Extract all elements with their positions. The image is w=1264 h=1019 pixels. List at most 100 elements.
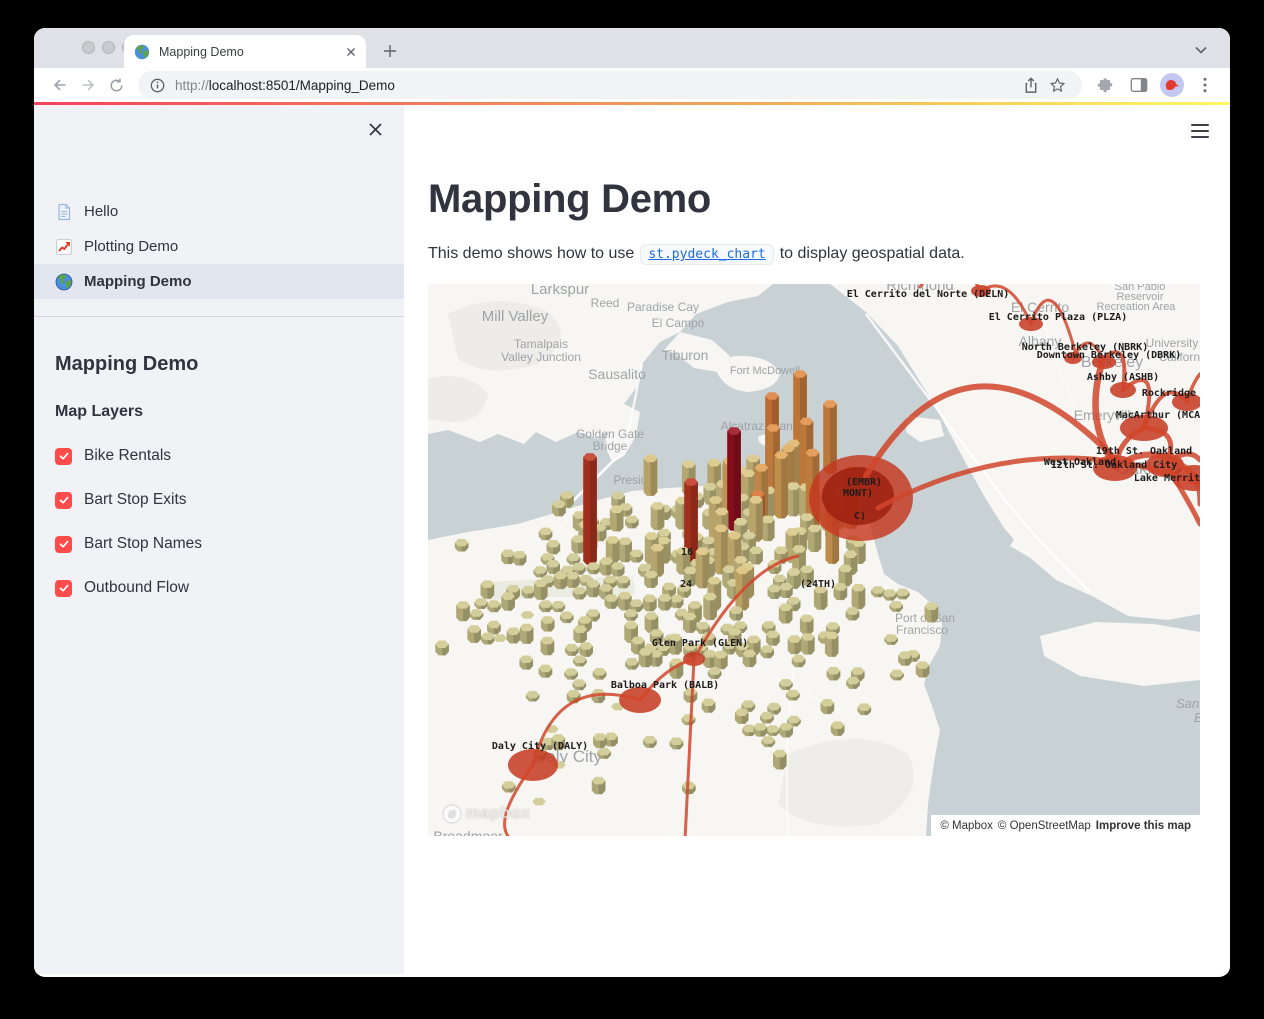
svg-text:San Francisco: San Francisco [1176,696,1200,711]
checkbox-checked-icon[interactable] [55,536,72,553]
checkbox-bike-rentals[interactable]: Bike Rentals [55,447,404,465]
site-info-icon[interactable] [150,78,165,93]
back-button[interactable] [46,71,74,99]
close-icon [368,122,383,137]
sidebar: Hello Plotting Demo Ma [34,102,404,974]
svg-text:Tamalpais: Tamalpais [514,337,568,351]
screen: { "browser": { "tab_title": "Mapping Dem… [0,0,1264,1019]
sidebar-item-mapping-demo[interactable]: Mapping Demo [34,264,404,299]
svg-text:(24TH): (24TH) [800,579,836,590]
omnibox[interactable]: http://localhost:8501/Mapping_Demo [138,71,1082,99]
forward-arrow-icon [79,76,97,94]
pydeck-chart-link[interactable]: st.pydeck_chart [640,244,773,265]
page-title: Mapping Demo [428,175,1200,223]
side-panel-button[interactable] [1126,72,1152,98]
forward-button[interactable] [74,71,102,99]
svg-text:Valley Junction: Valley Junction [501,350,581,364]
tab-search-chevron[interactable] [1194,42,1208,60]
sidebar-item-hello[interactable]: Hello [34,194,404,229]
new-tab-button[interactable] [378,39,402,63]
svg-text:Bridge: Bridge [593,439,628,453]
star-icon [1049,77,1066,94]
svg-text:Lake Merritt: Lake Merritt [1134,472,1200,484]
globe-icon [55,273,73,291]
main-content: Mapping Demo This demo shows how to uses… [404,102,1230,974]
url-host-path: localhost:8501/Mapping_Demo [209,78,395,93]
map-attribution: © Mapbox © OpenStreetMap Improve this ma… [931,815,1200,836]
svg-text:El Cerrito del Norte (DELN): El Cerrito del Norte (DELN) [847,288,1010,300]
checkbox-bart-stop-names[interactable]: Bart Stop Names [55,535,404,553]
decoration-bar [34,102,1230,105]
mapbox-logo-word: mapbox [466,805,530,823]
tab-title: Mapping Demo [159,45,346,59]
profile-avatar[interactable] [1160,73,1184,97]
svg-text:Daly City (DALY): Daly City (DALY) [492,740,588,752]
reload-button[interactable] [102,71,130,99]
app-menu-button[interactable] [1191,122,1213,140]
svg-text:19th St. Oakland: 19th St. Oakland [1096,446,1192,457]
pydeck-map[interactable]: Larkspur Mill Valley Reed Paradise Cay El Ca… [428,284,1200,836]
svg-text:Downtown Berkeley (DBRK): Downtown Berkeley (DBRK) [1037,350,1182,361]
svg-text:Larkspur: Larkspur [531,284,589,298]
svg-text:Balboa Park (BALB): Balboa Park (BALB) [611,680,719,691]
checkbox-bart-stop-exits[interactable]: Bart Stop Exits [55,491,404,509]
toolbar-right-icons [1092,72,1218,98]
svg-text:Reed: Reed [591,296,620,310]
sidebar-item-label: Hello [84,203,118,220]
svg-text:16: 16 [681,547,693,558]
checkbox-label: Bart Stop Names [84,535,202,553]
tab-strip: Mapping Demo [34,28,1230,68]
svg-text:MONT): MONT) [843,488,873,499]
svg-text:MacArthur (MCAR): MacArthur (MCAR) [1116,410,1200,421]
svg-text:(EMBR): (EMBR) [846,477,882,488]
svg-text:Tiburon: Tiburon [662,347,709,363]
puzzle-icon [1096,76,1114,94]
attribution-osm-link[interactable]: © OpenStreetMap [998,820,1091,832]
svg-text:Paradise Cay: Paradise Cay [627,300,699,314]
sidebar-item-label: Plotting Demo [84,238,178,255]
mapbox-logo[interactable]: mapbox [442,804,530,824]
bookmark-button[interactable] [1044,72,1070,98]
svg-text:El Campo: El Campo [652,316,705,330]
extensions-button[interactable] [1092,72,1118,98]
svg-text:Mill Valley: Mill Valley [482,308,549,325]
profile-bird-icon [1164,78,1180,92]
menu-icon [1191,124,1209,126]
svg-text:Glen Park (GLEN): Glen Park (GLEN) [652,638,748,649]
share-icon [1023,77,1039,94]
svg-text:Rockridge (ROCK): Rockridge (ROCK) [1142,387,1200,399]
checkbox-label: Bike Rentals [84,447,171,465]
sidebar-item-plotting-demo[interactable]: Plotting Demo [34,229,404,264]
checkbox-checked-icon[interactable] [55,492,72,509]
svg-text:Francisco: Francisco [896,623,948,637]
attribution-mapbox-link[interactable]: © Mapbox [940,820,993,832]
close-window-button[interactable] [82,41,95,54]
svg-text:Broadmoor: Broadmoor [433,828,503,836]
svg-text:24: 24 [680,579,692,590]
url-text[interactable]: http://localhost:8501/Mapping_Demo [175,78,1018,93]
url-scheme: http:// [175,78,209,93]
kebab-menu-icon [1203,77,1207,93]
tab-close-icon[interactable] [346,47,356,57]
browser-tab[interactable]: Mapping Demo [124,35,366,68]
svg-text:Bay: Bay [1194,710,1200,725]
minimize-window-button[interactable] [102,41,115,54]
mapbox-logo-icon [442,804,462,824]
svg-text:12th St. Oakland City: 12th St. Oakland City [1051,459,1177,471]
svg-text:C): C) [854,511,866,522]
svg-text:Ashby (ASHB): Ashby (ASHB) [1087,372,1159,383]
improve-map-link[interactable]: Improve this map [1096,820,1191,832]
sidebar-divider [34,316,404,317]
map-layers-heading: Map Layers [55,403,404,421]
map-canvas: Larkspur Mill Valley Reed Paradise Cay El Ca… [428,284,1200,836]
checkbox-outbound-flow[interactable]: Outbound Flow [55,579,404,597]
browser-menu-button[interactable] [1192,72,1218,98]
browser-window: Mapping Demo [34,28,1230,977]
checkbox-checked-icon[interactable] [55,580,72,597]
sidebar-nav: Hello Plotting Demo Ma [34,194,404,299]
share-button[interactable] [1018,72,1044,98]
sidebar-close-button[interactable] [364,118,386,140]
sidebar-item-label: Mapping Demo [84,273,192,290]
checkbox-checked-icon[interactable] [55,448,72,465]
browser-toolbar: http://localhost:8501/Mapping_Demo [34,68,1230,102]
